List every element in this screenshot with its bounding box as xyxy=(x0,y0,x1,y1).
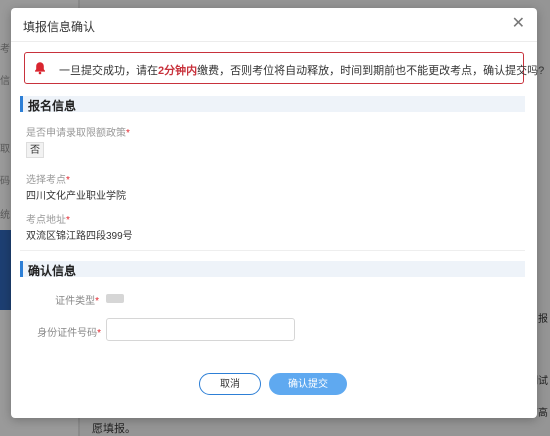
quota-policy-value: 否 xyxy=(26,142,44,158)
cancel-button[interactable]: 取消 xyxy=(199,373,261,395)
warning-highlight: 2分钟内 xyxy=(158,65,198,77)
background-text: 报 xyxy=(538,314,548,325)
id-number-input[interactable] xyxy=(106,318,295,341)
id-type-value-masked xyxy=(106,294,124,303)
background-text: 考 xyxy=(0,44,10,55)
background-text: 码 xyxy=(0,176,10,187)
divider xyxy=(20,250,525,251)
section-registration-info: 报名信息 xyxy=(20,96,525,113)
warning-text: 一旦提交成功，请在2分钟内缴费，否则考位将自动释放，时间到期前也不能更改考点，确… xyxy=(59,65,545,77)
close-icon[interactable]: ✕ xyxy=(512,15,525,33)
dialog-header: 填报信息确认 ✕ xyxy=(11,8,537,42)
exam-site-label: 选择考点* xyxy=(26,175,70,186)
exam-site-value: 四川文化产业职业学院 xyxy=(26,191,126,202)
quota-policy-label: 是否申请录取限额政策* xyxy=(26,128,130,139)
bell-icon xyxy=(35,62,45,75)
section-confirm-info: 确认信息 xyxy=(20,261,525,278)
background-text: 信 xyxy=(0,76,10,87)
background-bottom-text: 愿填报。 xyxy=(92,423,136,435)
id-type-label: 证件类型* xyxy=(55,296,99,307)
confirm-submit-button[interactable]: 确认提交 xyxy=(269,373,347,395)
warning-alert: 一旦提交成功，请在2分钟内缴费，否则考位将自动释放，时间到期前也不能更改考点，确… xyxy=(24,52,544,84)
address-value: 双流区锦江路四段399号 xyxy=(26,231,133,242)
background-text: 取 xyxy=(0,144,10,155)
background-text: 统 xyxy=(0,210,10,221)
confirm-dialog: 填报信息确认 ✕ 一旦提交成功，请在2分钟内缴费，否则考位将自动释放，时间到期前… xyxy=(11,8,544,418)
id-number-label: 身份证件号码* xyxy=(37,328,101,339)
dialog-title: 填报信息确认 xyxy=(23,20,96,34)
address-label: 考点地址* xyxy=(26,215,70,226)
